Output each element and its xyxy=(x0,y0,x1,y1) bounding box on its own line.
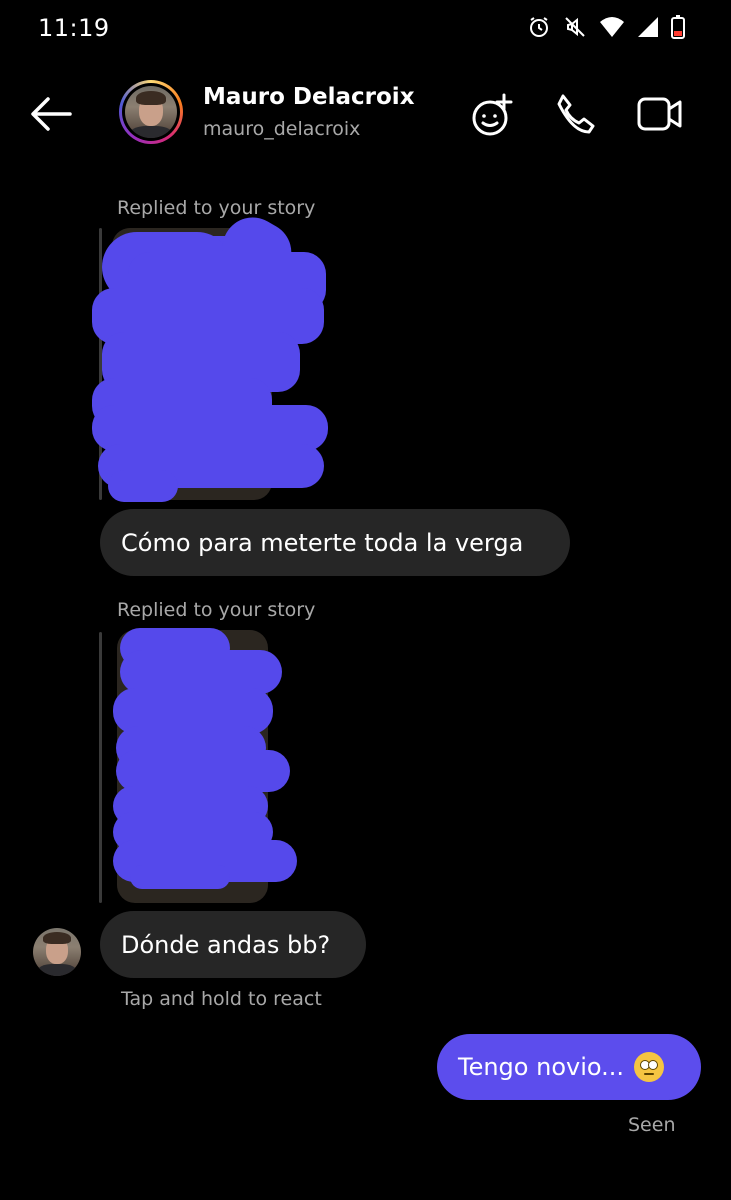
outgoing-message[interactable]: Tengo novio... xyxy=(437,1034,701,1100)
sender-avatar[interactable] xyxy=(33,928,81,976)
incoming-message[interactable]: Dónde andas bb? xyxy=(100,911,366,978)
story-reply-label: Replied to your story xyxy=(117,599,316,621)
back-arrow-icon[interactable] xyxy=(28,94,74,134)
battery-icon xyxy=(671,15,685,39)
add-effect-icon[interactable] xyxy=(470,92,516,138)
profile-avatar[interactable] xyxy=(119,80,183,144)
incoming-message[interactable]: Cómo para meterte toda la verga xyxy=(100,509,570,576)
chat-header: Mauro Delacroix mauro_delacroix xyxy=(0,70,731,160)
phone-icon[interactable] xyxy=(553,92,597,136)
status-icons xyxy=(527,15,685,39)
eye-roll-emoji-icon xyxy=(634,1052,665,1082)
signal-icon xyxy=(638,17,658,37)
alarm-icon xyxy=(530,17,548,37)
story-reply-label: Replied to your story xyxy=(117,197,316,219)
seen-status: Seen xyxy=(628,1114,676,1136)
contact-username[interactable]: mauro_delacroix xyxy=(203,118,360,140)
wifi-icon xyxy=(600,17,624,37)
status-bar: 11:19 xyxy=(0,0,731,60)
outgoing-message-text: Tengo novio... xyxy=(458,1053,625,1081)
video-icon[interactable] xyxy=(636,92,684,136)
react-hint: Tap and hold to react xyxy=(121,988,322,1010)
vibrate-off-icon xyxy=(565,17,585,37)
contact-name[interactable]: Mauro Delacroix xyxy=(203,84,415,110)
status-time: 11:19 xyxy=(38,14,110,42)
reply-indicator-line xyxy=(99,632,102,903)
